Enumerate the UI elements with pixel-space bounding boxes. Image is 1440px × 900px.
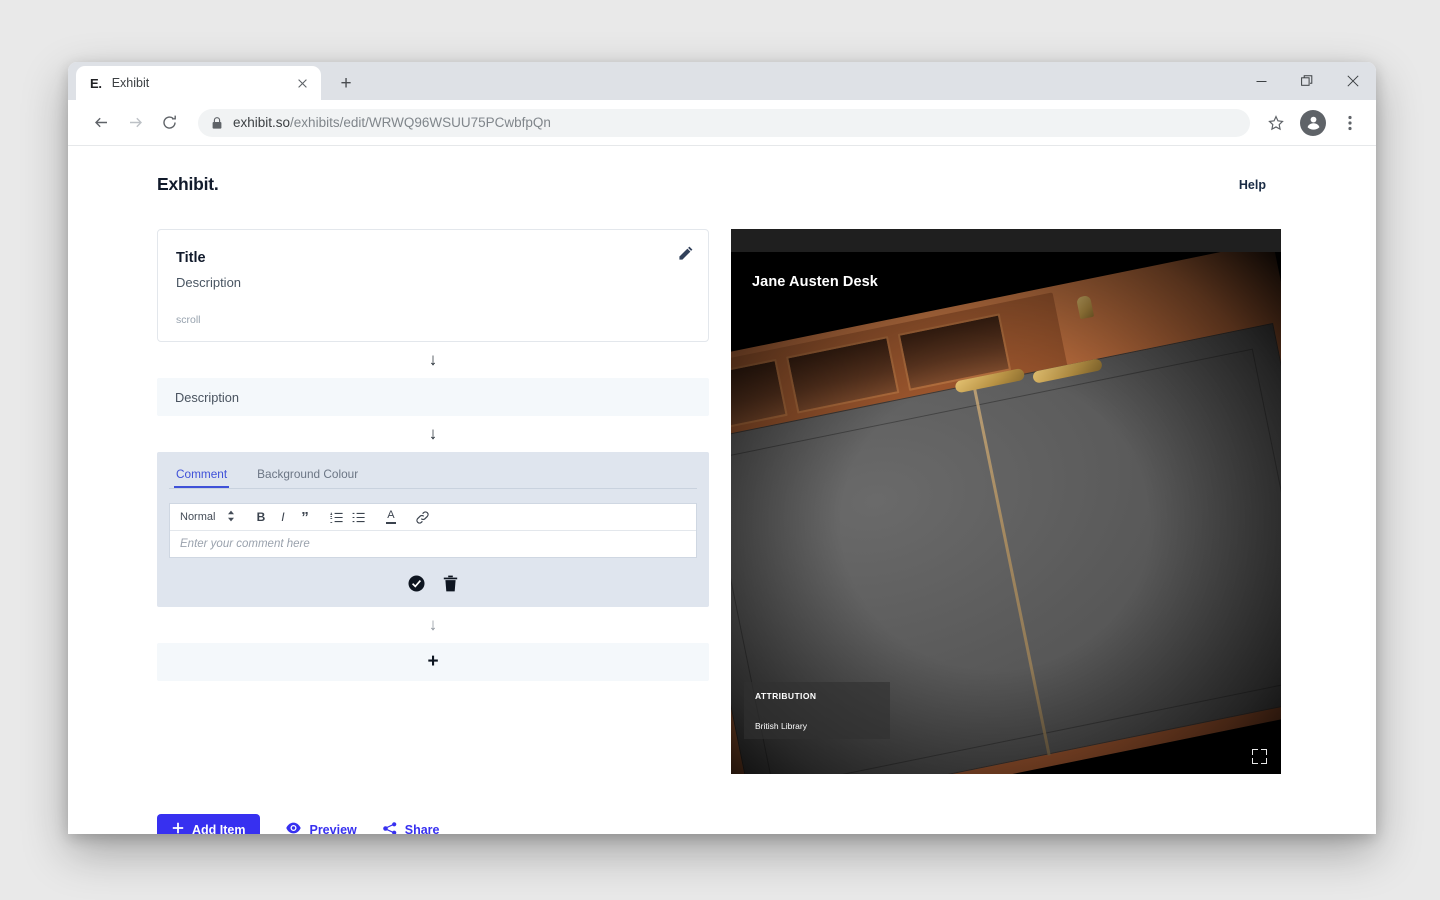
flow-arrow: ↓ xyxy=(157,416,709,452)
share-icon xyxy=(383,822,397,835)
trash-icon[interactable] xyxy=(440,573,460,593)
new-tab-button[interactable]: + xyxy=(331,68,361,98)
title-card-scroll-label: scroll xyxy=(176,314,201,326)
forward-arrow-icon[interactable] xyxy=(120,108,150,138)
back-arrow-icon[interactable] xyxy=(86,108,116,138)
tab-background-colour[interactable]: Background Colour xyxy=(255,463,360,488)
viewer-title: Jane Austen Desk xyxy=(752,274,878,290)
add-item-label: Add Item xyxy=(192,823,245,835)
attribution-label: ATTRIBUTION xyxy=(755,691,879,701)
comment-editor-panel: Comment Background Colour Normal xyxy=(157,452,709,607)
title-card-description: Description xyxy=(176,275,686,290)
add-block-panel[interactable]: + xyxy=(157,643,709,681)
three-dot-menu-icon[interactable] xyxy=(1336,109,1364,137)
editor-actions xyxy=(169,573,697,593)
flow-arrow: ↓ xyxy=(157,607,709,643)
comment-input[interactable]: Enter your comment here xyxy=(170,531,696,557)
viewer-column: Jane Austen Desk xyxy=(731,229,1281,774)
lock-icon xyxy=(212,117,222,129)
help-link[interactable]: Help xyxy=(1239,178,1266,192)
preview-label: Preview xyxy=(309,823,356,835)
star-icon[interactable] xyxy=(1262,109,1290,137)
browser-tab[interactable]: E. Exhibit xyxy=(76,66,321,100)
browser-window: E. Exhibit + xyxy=(68,62,1376,834)
close-icon[interactable] xyxy=(1330,62,1376,100)
share-button[interactable]: Share xyxy=(383,822,440,835)
attribution-box: ATTRIBUTION British Library xyxy=(744,682,890,739)
rich-text-editor: Normal B I ” xyxy=(169,503,697,558)
share-label: Share xyxy=(405,823,440,835)
add-item-button[interactable]: Add Item xyxy=(157,814,260,834)
app-brand: Exhibit. xyxy=(157,174,219,195)
bullet-list-icon[interactable] xyxy=(348,507,369,528)
browser-toolbar: exhibit.so/exhibits/edit/WRWQ96WSUU75PCw… xyxy=(68,100,1376,146)
account-avatar-icon[interactable] xyxy=(1300,110,1326,136)
blockquote-button[interactable]: ” xyxy=(294,507,315,528)
format-dropdown-label: Normal xyxy=(180,511,215,523)
description-panel[interactable]: Description xyxy=(157,378,709,416)
tab-comment[interactable]: Comment xyxy=(174,463,229,488)
format-dropdown[interactable]: Normal xyxy=(180,510,235,525)
image-viewer[interactable]: Jane Austen Desk xyxy=(731,229,1281,774)
editor-tabs: Comment Background Colour xyxy=(169,463,697,489)
link-icon[interactable] xyxy=(412,507,433,528)
title-card[interactable]: Title Description scroll xyxy=(157,229,709,342)
browser-tab-strip: E. Exhibit + xyxy=(68,62,1376,100)
reload-icon[interactable] xyxy=(154,108,184,138)
check-circle-icon[interactable] xyxy=(406,573,426,593)
attribution-value: British Library xyxy=(755,721,807,731)
italic-button[interactable]: I xyxy=(272,507,293,528)
tab-favicon: E. xyxy=(90,76,102,91)
plus-icon xyxy=(172,822,184,834)
bottom-action-bar: Add Item Preview Share xyxy=(68,774,1376,834)
items-column: Title Description scroll ↓ Description ↓ xyxy=(157,229,709,774)
text-color-icon[interactable]: A xyxy=(380,507,401,528)
bold-button[interactable]: B xyxy=(250,507,271,528)
pencil-icon[interactable] xyxy=(677,244,695,262)
app-header: Exhibit. Help xyxy=(68,146,1376,195)
address-bar-url: exhibit.so/exhibits/edit/WRWQ96WSUU75PCw… xyxy=(233,115,551,130)
flow-arrow: ↓ xyxy=(157,342,709,378)
window-controls xyxy=(1238,62,1376,100)
address-bar[interactable]: exhibit.so/exhibits/edit/WRWQ96WSUU75PCw… xyxy=(198,109,1250,137)
title-card-title: Title xyxy=(176,250,686,266)
page-content: Exhibit. Help Title Description scroll xyxy=(68,146,1376,834)
preview-button[interactable]: Preview xyxy=(286,822,356,834)
viewer-topbar xyxy=(731,229,1281,252)
tab-close-icon[interactable] xyxy=(293,74,311,92)
editor-columns: Title Description scroll ↓ Description ↓ xyxy=(68,195,1376,774)
chevron-updown-icon xyxy=(227,510,235,525)
description-panel-label: Description xyxy=(175,390,239,405)
tab-title: Exhibit xyxy=(112,76,283,90)
restore-icon[interactable] xyxy=(1284,62,1330,100)
editor-toolbar: Normal B I ” xyxy=(170,504,696,531)
fullscreen-expand-icon[interactable] xyxy=(1252,749,1267,764)
eye-icon xyxy=(286,822,301,834)
minimize-icon[interactable] xyxy=(1238,62,1284,100)
ordered-list-icon[interactable] xyxy=(326,507,347,528)
